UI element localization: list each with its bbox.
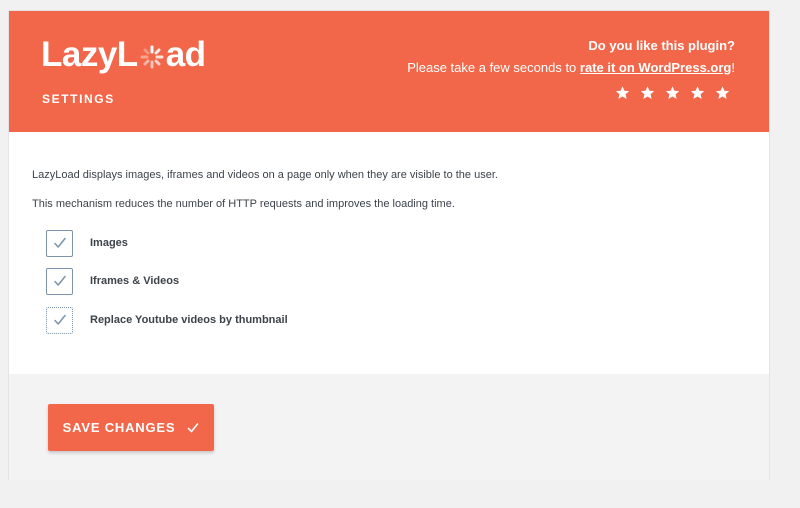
loading-spinner-icon [140, 45, 164, 69]
youtube-thumbnail-checkbox[interactable] [46, 306, 73, 334]
checkmark-icon [53, 314, 66, 325]
logo-text-left: LazyL [41, 35, 138, 74]
logo-text-right: ad [165, 35, 206, 74]
images-label: Images [90, 237, 128, 249]
settings-footer: SAVE CHANGES [9, 374, 769, 480]
iframes-videos-checkbox[interactable] [46, 267, 73, 295]
star-icon[interactable] [614, 85, 631, 101]
star-icon[interactable] [689, 85, 706, 101]
option-iframes-videos[interactable]: Iframes & Videos [46, 267, 179, 295]
youtube-thumbnail-label: Replace Youtube videos by thumbnail [90, 314, 288, 326]
promo-title: Do you like this plugin? [588, 38, 735, 53]
check-icon [188, 422, 199, 432]
star-icon[interactable] [639, 85, 656, 101]
rating-stars[interactable] [407, 85, 735, 101]
iframes-videos-label: Iframes & Videos [90, 275, 180, 287]
rate-on-wordpress-link[interactable]: rate it on WordPress.org [580, 60, 731, 75]
plugin-header: LazyL ad SETTINGS Do you like this plugi… [9, 11, 769, 132]
promo-text-after: ! [731, 60, 735, 75]
settings-heading: SETTINGS [42, 92, 115, 106]
save-button-label: SAVE CHANGES [62, 420, 176, 435]
settings-body: LazyLoad displays images, iframes and vi… [9, 132, 769, 374]
description-text: This mechanism reduces the number of HTT… [32, 198, 455, 210]
checkmark-icon [53, 237, 66, 248]
option-youtube-thumbnail[interactable]: Replace Youtube videos by thumbnail [46, 306, 288, 334]
promo-text: Please take a few seconds to rate it on … [407, 60, 735, 76]
star-icon[interactable] [664, 85, 681, 101]
rate-plugin-promo: Do you like this plugin? Please take a f… [407, 38, 735, 101]
option-images[interactable]: Images [46, 229, 128, 257]
promo-text-before: Please take a few seconds to [407, 60, 580, 75]
save-changes-button[interactable]: SAVE CHANGES [48, 404, 214, 451]
lazyload-logo: LazyL ad [41, 35, 206, 75]
description-text: LazyLoad displays images, iframes and vi… [32, 169, 498, 181]
images-checkbox[interactable] [46, 229, 73, 257]
settings-panel: LazyL ad SETTINGS Do you like this plugi… [8, 10, 770, 480]
checkmark-icon [53, 275, 66, 286]
star-icon[interactable] [714, 85, 731, 101]
